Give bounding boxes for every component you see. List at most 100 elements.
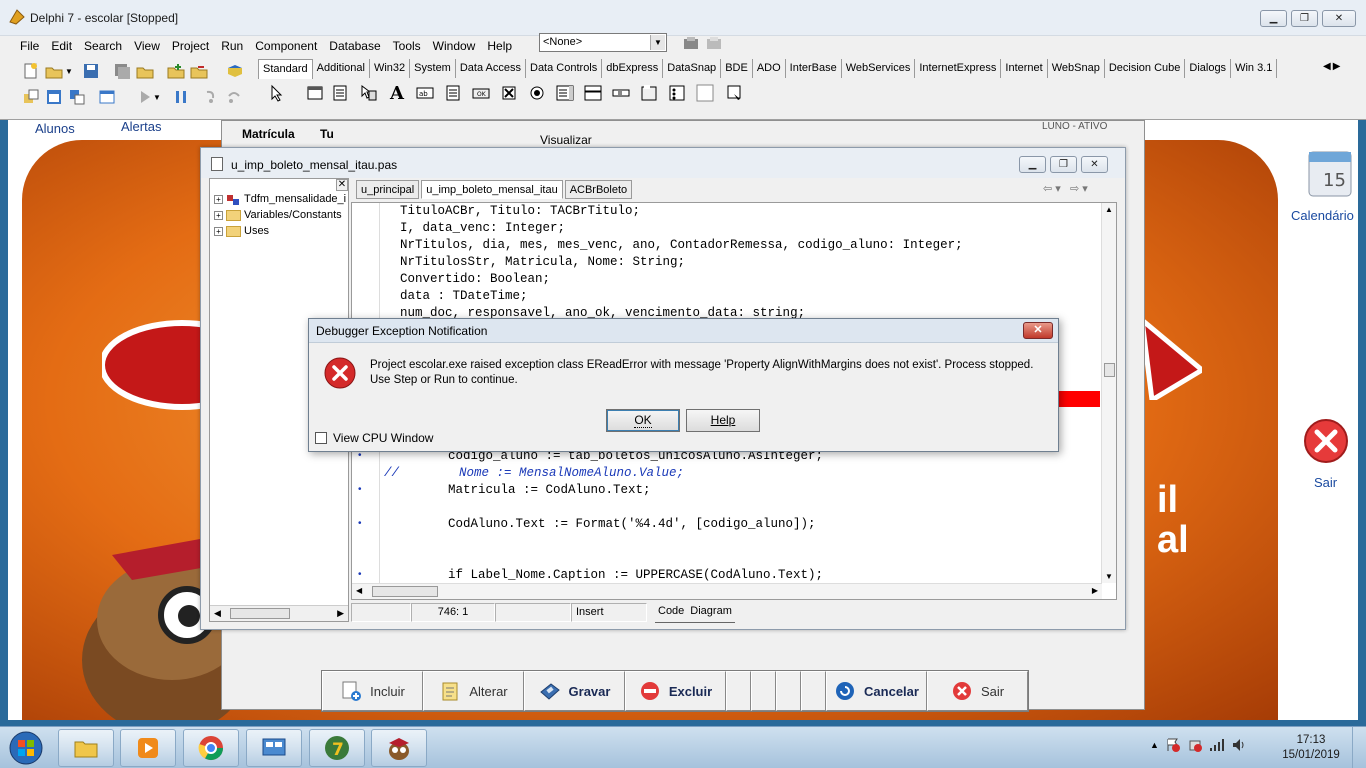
scrollbar-component-icon[interactable] <box>610 82 632 104</box>
menu-window[interactable]: Window <box>427 36 482 56</box>
chevron-right-icon[interactable]: ▶ <box>1333 61 1341 72</box>
tab-u-imp-boleto[interactable]: u_imp_boleto_mensal_itau <box>421 180 563 199</box>
breakpoint-dot-icon[interactable]: • <box>358 518 362 529</box>
alunos-link[interactable]: Alunos <box>35 121 75 136</box>
grid-header-matricula[interactable]: Matrícula <box>242 127 295 141</box>
sair-button[interactable]: Sair <box>927 671 1028 711</box>
maximize-button[interactable]: ❐ <box>1291 10 1318 27</box>
code-line[interactable]: NrTitulosStr, Matricula, Nome: String; <box>400 254 685 271</box>
radiogroup-component-icon[interactable] <box>666 82 688 104</box>
code-line[interactable]: // Nome := MensalNomeAluno.Value; <box>384 465 684 482</box>
component-selector-combo[interactable]: <None> ▼ <box>539 33 667 52</box>
palette-tab-interbase[interactable]: InterBase <box>786 59 842 78</box>
palette-tab-datasnap[interactable]: DataSnap <box>663 59 722 78</box>
grid-header-turma[interactable]: Tu <box>320 127 334 141</box>
palette-tab-decision-cube[interactable]: Decision Cube <box>1105 59 1186 78</box>
code-line[interactable]: CodAluno.Text := Format('%4.4d', [codigo… <box>448 516 816 533</box>
tree-item-uses[interactable]: + Uses <box>214 223 269 239</box>
save-all-icon[interactable] <box>111 60 133 82</box>
chevron-down-icon[interactable]: ▼ <box>150 86 164 108</box>
help-book-icon[interactable] <box>224 60 246 82</box>
taskbar-school-app[interactable] <box>371 729 427 767</box>
show-desktop-button[interactable] <box>1352 727 1366 768</box>
visualizar-tab[interactable]: Visualizar <box>540 133 592 147</box>
menu-project[interactable]: Project <box>166 36 215 56</box>
volume-icon[interactable] <box>1231 737 1247 753</box>
toggle-form-unit-icon[interactable] <box>66 86 88 108</box>
code-line[interactable]: NrTitulos, dia, mes, mes_venc, ano, Cont… <box>400 237 963 254</box>
palette-tab-data-access[interactable]: Data Access <box>456 59 526 78</box>
add-to-project-icon[interactable] <box>165 60 187 82</box>
device-safely-remove-icon[interactable] <box>1187 737 1203 753</box>
breakpoint-dot-icon[interactable]: • <box>358 569 362 580</box>
view-form-icon[interactable] <box>43 86 65 108</box>
calendario-label[interactable]: Calendário <box>1291 208 1354 223</box>
taskbar-media-player[interactable] <box>120 729 176 767</box>
expand-icon[interactable]: + <box>214 210 223 220</box>
minimize-button[interactable]: ▁ <box>1260 10 1287 27</box>
new-form-icon[interactable] <box>96 86 118 108</box>
start-button[interactable] <box>6 730 46 766</box>
action-center-flag-icon[interactable] <box>1165 737 1181 753</box>
trace-into-icon[interactable] <box>200 86 222 108</box>
actionlist-component-icon[interactable] <box>724 82 746 104</box>
menu-help[interactable]: Help <box>481 36 518 56</box>
tab-diagram[interactable]: Diagram <box>687 603 735 623</box>
tab-acbrboleto[interactable]: ACBrBoleto <box>564 180 633 199</box>
desktop-debug-icon[interactable] <box>703 33 725 55</box>
close-icon[interactable]: ✕ <box>336 179 348 191</box>
taskbar-clock[interactable]: 17:13 15/01/2019 <box>1280 733 1342 763</box>
gravar-button[interactable]: Gravar <box>524 671 625 711</box>
ok-button[interactable]: OK <box>606 409 680 432</box>
menu-run[interactable]: Run <box>215 36 249 56</box>
palette-tab-data-controls[interactable]: Data Controls <box>526 59 603 78</box>
open-project-icon[interactable] <box>134 60 156 82</box>
breakpoint-dot-icon[interactable]: • <box>358 484 362 495</box>
scroll-thumb[interactable] <box>1104 363 1115 377</box>
taskbar-delphi[interactable]: 7 <box>309 729 365 767</box>
palette-tab-dbexpress[interactable]: dbExpress <box>602 59 664 78</box>
checkbox-box[interactable] <box>315 432 327 444</box>
palette-tab-internetexpress[interactable]: InternetExpress <box>915 59 1002 78</box>
new-items-icon[interactable] <box>20 60 42 82</box>
chevron-up-icon[interactable]: ▲ <box>1105 205 1113 214</box>
code-line[interactable]: Matricula := CodAluno.Text; <box>448 482 651 499</box>
palette-tab-additional[interactable]: Additional <box>313 59 370 78</box>
expand-icon[interactable]: + <box>214 194 223 204</box>
palette-tab-ado[interactable]: ADO <box>753 59 786 78</box>
code-line[interactable]: Convertido: Boolean; <box>400 271 550 288</box>
tab-u-principal[interactable]: u_principal <box>356 180 420 199</box>
panel-component-icon[interactable] <box>694 82 716 104</box>
close-button[interactable]: ✕ <box>1023 322 1053 339</box>
memo-component-icon[interactable] <box>442 82 464 104</box>
cancelar-button[interactable]: Cancelar <box>826 671 927 711</box>
chevron-left-icon[interactable]: ◀ <box>1323 61 1331 72</box>
incluir-button[interactable]: Incluir <box>322 671 423 711</box>
palette-tab-standard[interactable]: Standard <box>258 59 313 79</box>
chevron-down-icon[interactable]: ▼ <box>1105 572 1113 581</box>
tree-item-class[interactable]: + Tdfm_mensalidade_i <box>214 191 346 207</box>
label-component-icon[interactable]: A <box>386 82 408 104</box>
maximize-button[interactable]: ❐ <box>1050 156 1077 173</box>
listbox-component-icon[interactable] <box>554 82 576 104</box>
palette-tab-win32[interactable]: Win32 <box>370 59 411 78</box>
groupbox-component-icon[interactable] <box>638 82 660 104</box>
calendar-icon[interactable]: 15 <box>1303 142 1357 202</box>
menu-file[interactable]: File <box>14 36 45 56</box>
button-component-icon[interactable]: OK <box>470 82 492 104</box>
palette-tab-dialogs[interactable]: Dialogs <box>1185 59 1232 78</box>
popupmenu-component-icon[interactable] <box>358 82 380 104</box>
minimize-button[interactable]: ▁ <box>1019 156 1046 173</box>
combobox-component-icon[interactable] <box>582 82 604 104</box>
checkbox-component-icon[interactable] <box>498 82 520 104</box>
chevron-right-icon[interactable]: ▶ <box>1092 586 1098 595</box>
sair-label[interactable]: Sair <box>1314 475 1337 490</box>
menu-search[interactable]: Search <box>78 36 128 56</box>
frame-component-icon[interactable] <box>304 82 326 104</box>
code-line[interactable]: I, data_venc: Integer; <box>400 220 565 237</box>
chevron-down-icon[interactable]: ▼ <box>62 60 76 82</box>
menu-tools[interactable]: Tools <box>387 36 427 56</box>
palette-tab-internet[interactable]: Internet <box>1001 59 1048 78</box>
taskbar-file-explorer[interactable] <box>58 729 114 767</box>
palette-tab-webservices[interactable]: WebServices <box>842 59 916 78</box>
